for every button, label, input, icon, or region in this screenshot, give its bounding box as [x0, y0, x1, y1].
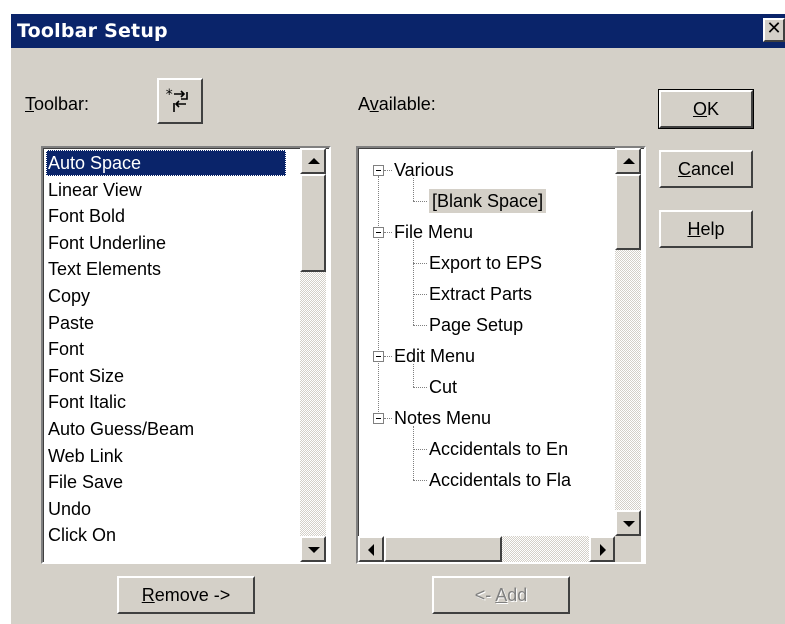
list-item[interactable]: Paste	[46, 310, 94, 336]
window-title: Toolbar Setup	[17, 20, 168, 42]
list-item[interactable]: Linear View	[46, 177, 142, 203]
tree-item[interactable]: [Blank Space]	[429, 189, 547, 213]
title-bar[interactable]: Toolbar Setup ✕	[11, 14, 785, 48]
tree-connector	[413, 201, 427, 202]
ok-button[interactable]: OK	[658, 89, 754, 129]
list-item[interactable]: Web Link	[46, 443, 123, 469]
collapse-icon[interactable]	[373, 165, 384, 176]
arrow-up-icon	[623, 158, 635, 164]
scroll-thumb[interactable]	[300, 174, 326, 272]
close-icon: ✕	[766, 18, 782, 39]
scroll-up-button[interactable]	[300, 148, 326, 174]
list-item[interactable]: Auto Guess/Beam	[46, 416, 194, 442]
list-item[interactable]: Text Elements	[46, 256, 161, 282]
scroll-up-button[interactable]	[615, 148, 641, 174]
close-button[interactable]: ✕	[763, 18, 785, 42]
collapse-icon[interactable]	[373, 227, 384, 238]
arrow-right-icon	[600, 544, 606, 556]
scroll-corner	[615, 536, 641, 562]
collapse-icon[interactable]	[373, 351, 384, 362]
tree-connector	[413, 178, 414, 201]
scroll-thumb[interactable]	[615, 174, 641, 250]
tree-connector	[384, 232, 392, 233]
tree-item[interactable]: Page Setup	[429, 313, 523, 337]
tree-connector	[413, 240, 414, 325]
arrow-down-icon	[308, 547, 320, 553]
toolbar-items-list[interactable]: Auto Space Linear View Font Bold Font Under…	[41, 146, 331, 564]
tree-group[interactable]: Notes Menu	[394, 406, 491, 430]
arrow-left-icon	[368, 544, 374, 556]
tree-connector	[413, 449, 427, 450]
tree-connector	[413, 263, 427, 264]
tree-item[interactable]: Accidentals to Fla	[429, 468, 571, 492]
tree-group[interactable]: File Menu	[394, 220, 473, 244]
toolbar-icon-button[interactable]: *	[157, 78, 203, 124]
scroll-left-button[interactable]	[358, 536, 384, 562]
tree-vertical-scrollbar[interactable]	[615, 148, 641, 536]
collapse-icon[interactable]	[373, 413, 384, 424]
available-label: Available:	[358, 94, 436, 114]
scroll-down-button[interactable]	[615, 510, 641, 536]
list-item[interactable]: Click On	[46, 522, 116, 548]
list-item[interactable]: Font Size	[46, 363, 124, 389]
tree-connector	[413, 426, 414, 480]
add-button[interactable]: <- Add	[432, 576, 570, 614]
tree-connector	[413, 325, 427, 326]
toolbar-label: Toolbar:	[25, 94, 90, 114]
arrow-up-icon	[308, 158, 320, 164]
help-button[interactable]: Help	[659, 210, 753, 248]
list-item[interactable]: Font Italic	[46, 389, 126, 415]
tree-connector	[413, 480, 427, 481]
list-item[interactable]: Copy	[46, 283, 90, 309]
tree-connector	[413, 294, 427, 295]
available-tree[interactable]: Various [Blank Space] File Menu Export to E…	[356, 146, 646, 564]
tree-connector	[413, 387, 427, 388]
tree-item[interactable]: Extract Parts	[429, 282, 532, 306]
tree-connector	[384, 418, 392, 419]
tree-connector	[378, 176, 379, 416]
arrow-down-icon	[623, 521, 635, 527]
tree-item[interactable]: Cut	[429, 375, 457, 399]
tree-connector	[384, 170, 392, 171]
list-item[interactable]: Font Bold	[46, 203, 125, 229]
tree-group[interactable]: Various	[394, 158, 454, 182]
list-item[interactable]: File Save	[46, 469, 123, 495]
list-item[interactable]: Font	[46, 336, 84, 362]
scroll-down-button[interactable]	[300, 536, 326, 562]
tree-group[interactable]: Edit Menu	[394, 344, 475, 368]
tree-horizontal-scrollbar[interactable]	[358, 536, 615, 562]
toolbar-swap-icon: *	[165, 87, 188, 112]
list-item[interactable]: Auto Space	[46, 150, 286, 176]
toolbar-list-scrollbar[interactable]	[300, 148, 326, 562]
list-item[interactable]: Undo	[46, 496, 91, 522]
svg-text:*: *	[165, 87, 173, 103]
remove-button[interactable]: Remove ->	[117, 576, 255, 614]
scroll-right-button[interactable]	[589, 536, 615, 562]
scroll-thumb-horizontal[interactable]	[384, 536, 502, 562]
list-item[interactable]: Font Underline	[46, 230, 166, 256]
tree-connector	[413, 364, 414, 387]
tree-item[interactable]: Accidentals to En	[429, 437, 568, 461]
tree-connector	[384, 356, 392, 357]
toolbar-setup-dialog: Toolbar Setup ✕ Toolbar: * Available: Au…	[9, 12, 785, 624]
tree-item[interactable]: Export to EPS	[429, 251, 542, 275]
cancel-button[interactable]: Cancel	[659, 150, 753, 188]
